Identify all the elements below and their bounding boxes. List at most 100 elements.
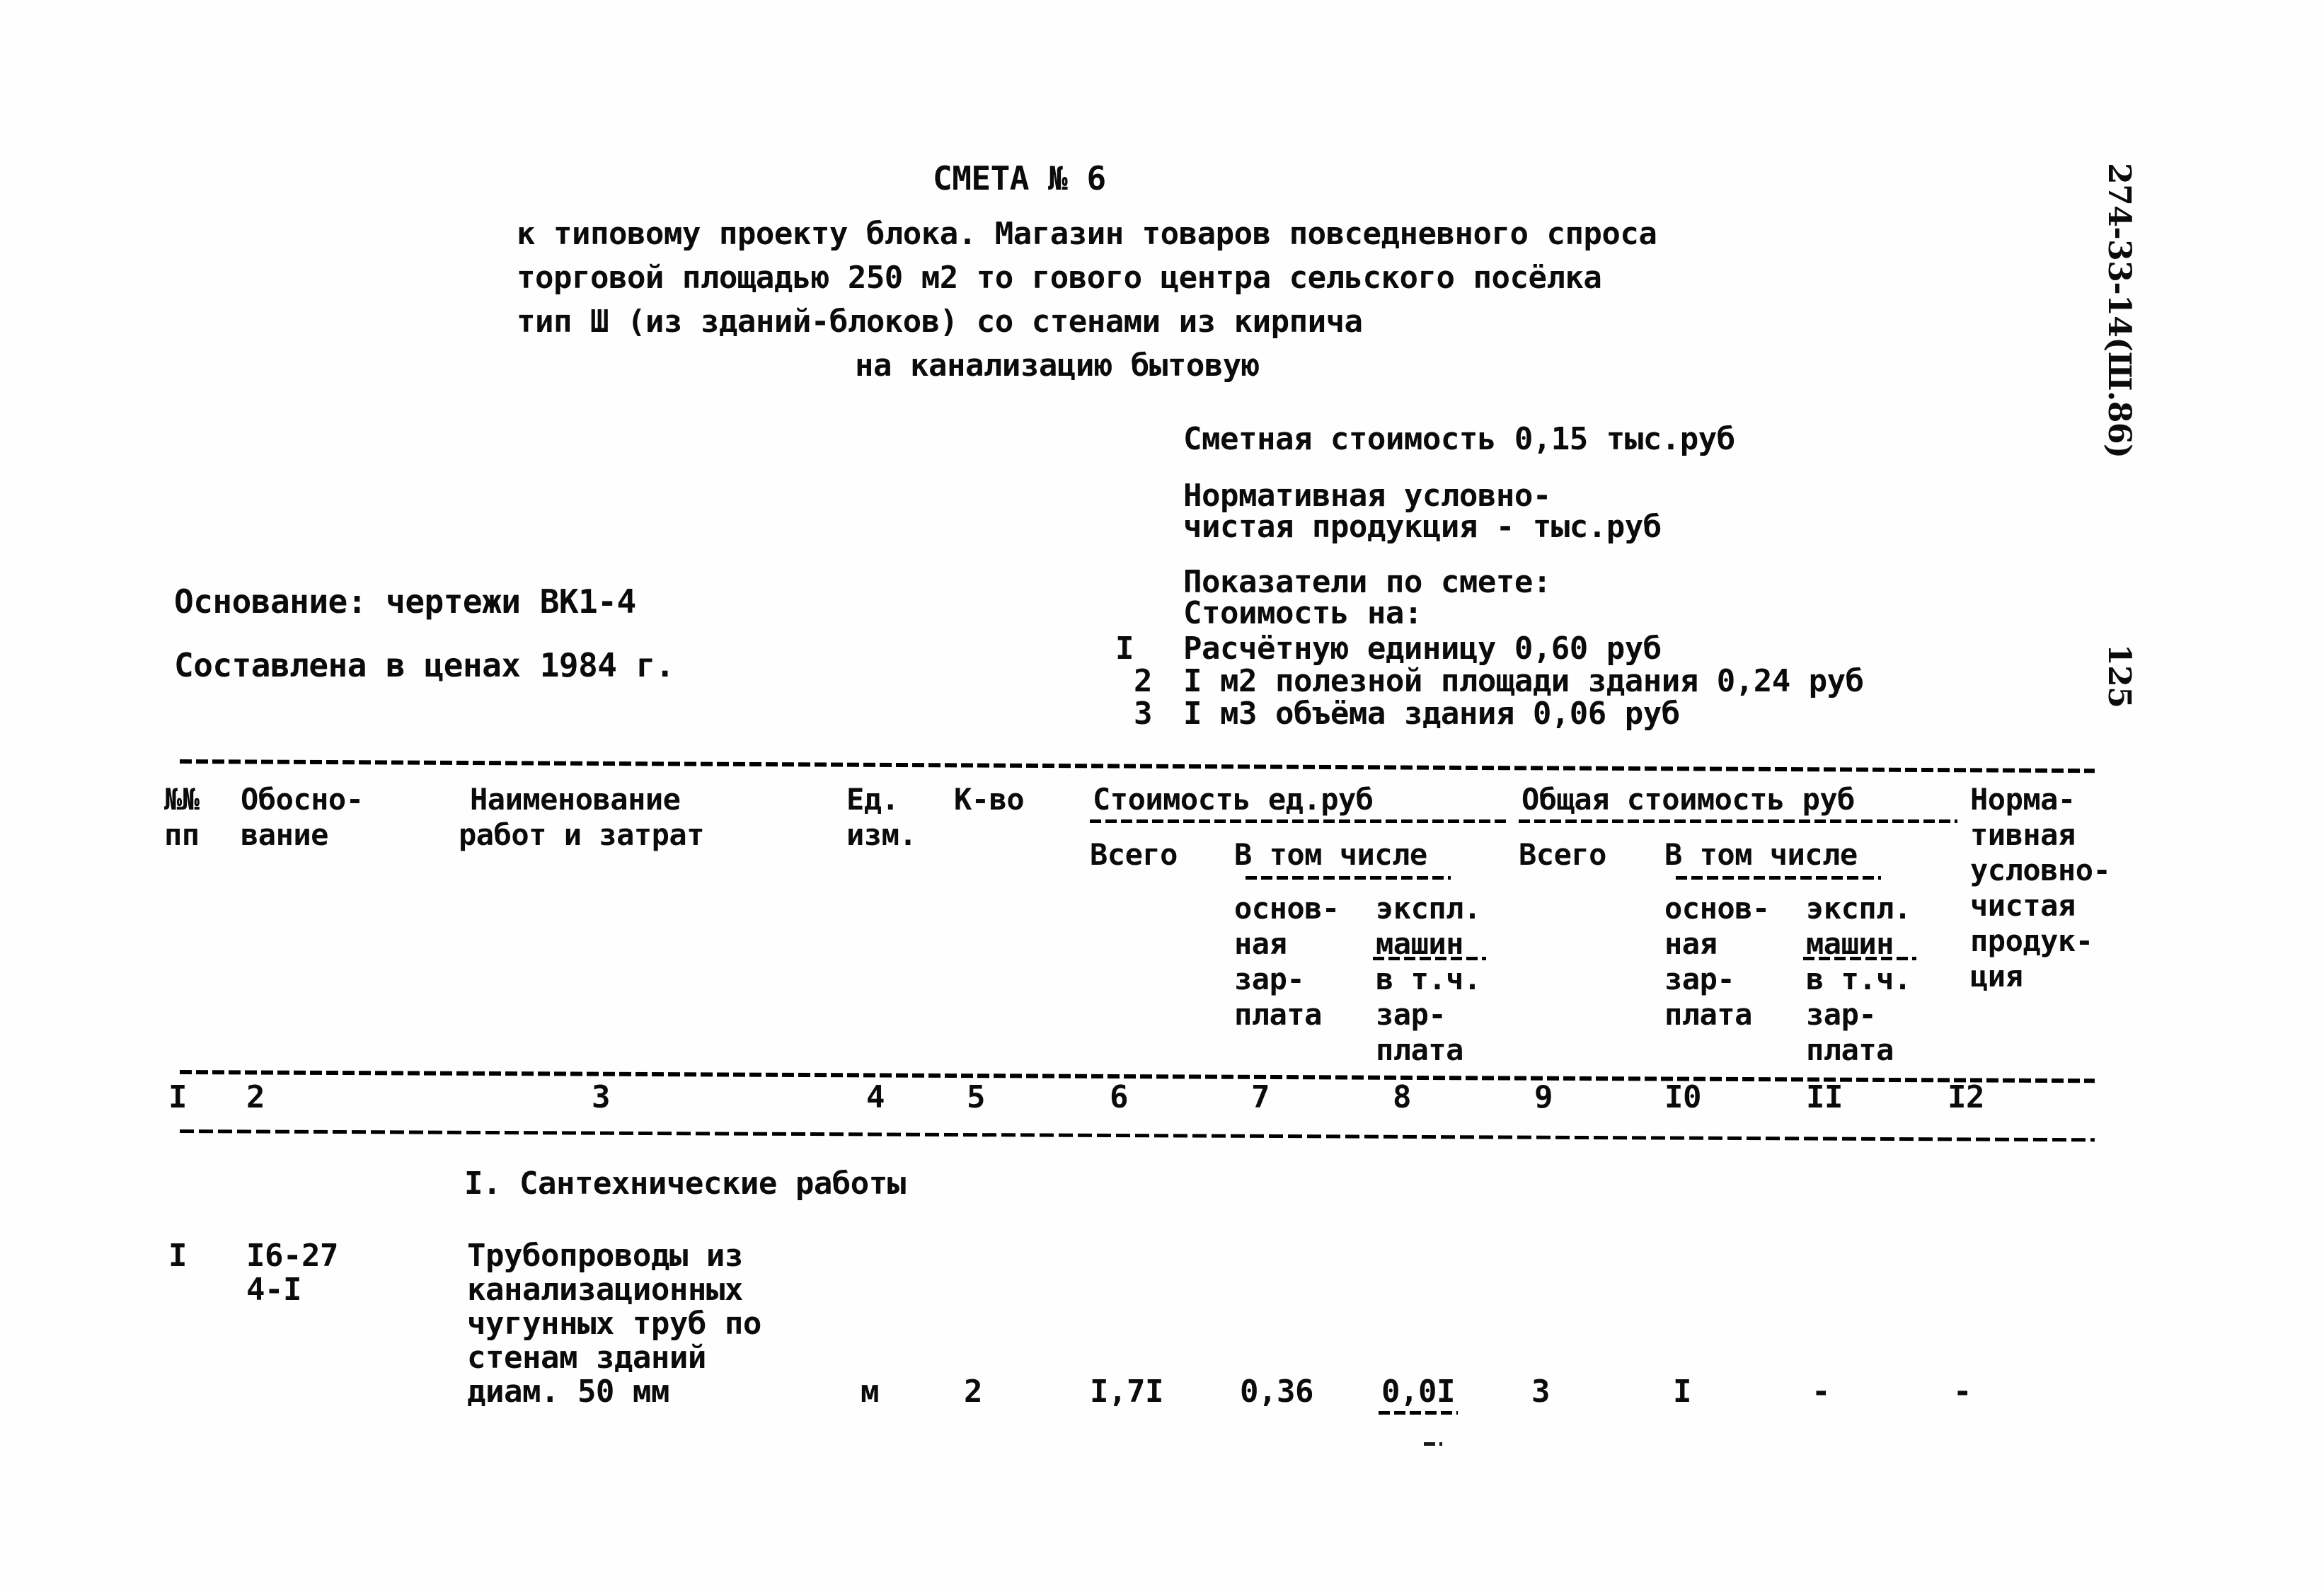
header-total-main-l3: зар- [1664, 962, 1735, 996]
header-qty: К-во [954, 782, 1025, 817]
row-npp: - [1953, 1374, 1972, 1410]
header-unit-mach-l3: в т.ч. [1376, 962, 1481, 996]
column-number-7: 7 [1251, 1079, 1270, 1115]
header-group-unit-cost: Стоимость ед.руб [1093, 782, 1374, 817]
header-name-line2: работ и затрат [459, 817, 705, 852]
header-unit-main-l1: основ- [1234, 891, 1340, 926]
subtitle-line-4: на канализацию бытовую [855, 347, 1260, 384]
column-number-6: 6 [1110, 1079, 1129, 1115]
row-name-line1: Трубопроводы из [467, 1238, 743, 1274]
indicator-text-3: I м3 объёма здания 0,06 руб [1183, 696, 1680, 732]
document-page: СМЕТА № 6 к типовому проекту блока. Мага… [0, 0, 2324, 1588]
header-total-including-underline [1676, 876, 1881, 880]
row-unit-total: I,7I [1090, 1374, 1163, 1410]
header-total-mach-l2: машин [1806, 926, 1894, 961]
row-unit: м [861, 1374, 880, 1410]
section-title-sanitary: I. Сантехнические работы [464, 1166, 906, 1202]
side-project-code: 274-33-14(Ш.86) [2101, 163, 2137, 459]
indicator-no-1: I [1115, 631, 1134, 667]
header-total-including: В том числе [1664, 837, 1858, 872]
column-number-3: 3 [592, 1079, 611, 1115]
basis-drawings: Основание: чертежи ВК1-4 [174, 582, 636, 621]
indicator-text-2: I м2 полезной площади здания 0,24 руб [1183, 663, 1864, 699]
header-total-main-l1: основ- [1664, 891, 1770, 926]
indicator-no-2: 2 [1134, 663, 1153, 699]
row-basis-line1: I6-27 [246, 1238, 338, 1274]
scan-artifact-mark [1424, 1442, 1442, 1446]
header-name-line1: Наименование [470, 782, 681, 817]
row-name-line2: канализационных [467, 1272, 743, 1308]
header-total-main-l2: ная [1664, 926, 1718, 961]
column-number-5: 5 [967, 1079, 986, 1115]
side-page-number: 125 [2101, 644, 2137, 708]
column-number-2: 2 [246, 1079, 265, 1115]
header-unit-line2: изм. [846, 817, 917, 852]
row-unit-machines: 0,0I [1381, 1374, 1455, 1410]
header-unit-including: В том числе [1234, 837, 1427, 872]
row-total: 3 [1531, 1374, 1551, 1410]
header-group-total-cost: Общая стоимость руб [1521, 782, 1855, 817]
estimate-cost: Сметная стоимость 0,15 тыс.руб [1183, 421, 1735, 457]
column-number-1: I [168, 1079, 188, 1115]
row-unit-main-salary: 0,36 [1240, 1374, 1313, 1410]
row-name-line5: диам. 50 мм [467, 1374, 669, 1410]
subtitle-line-2: торговой площадью 250 м2 то гового центр… [517, 260, 1602, 296]
row-total-machines: - [1812, 1374, 1831, 1410]
header-basis-line1: Обосно- [241, 782, 364, 817]
npp-line-2: чистая продукция - тыс.руб [1183, 509, 1662, 545]
header-npp-line2: тивная [1970, 817, 2076, 852]
row-total-main-salary: I [1673, 1374, 1692, 1410]
header-npp-line1: Норма- [1970, 782, 2076, 817]
page-title: СМЕТА № 6 [933, 159, 1106, 197]
header-unit-mach-l4: зар- [1376, 997, 1446, 1032]
table-row: I [168, 1238, 188, 1274]
header-group-total-cost-underline [1519, 819, 1957, 823]
table-top-rule [179, 759, 2095, 773]
indicator-no-3: 3 [1134, 696, 1153, 732]
header-group-unit-cost-underline [1090, 819, 1507, 823]
basis-prices: Составлена в ценах 1984 г. [174, 646, 675, 684]
header-basis-line2: вание [241, 817, 328, 852]
header-unit-main-l3: зар- [1234, 962, 1305, 996]
header-total-mach-l4: зар- [1806, 997, 1877, 1032]
column-number-9: 9 [1534, 1079, 1553, 1115]
header-unit-main-l4: плата [1234, 997, 1322, 1032]
header-no-line1: №№ [164, 782, 200, 817]
column-number-4: 4 [866, 1079, 885, 1115]
header-unit-mach-l1: экспл. [1376, 891, 1481, 926]
header-total-mach-underline [1803, 957, 1916, 960]
column-number-10: I0 [1664, 1079, 1701, 1115]
indicators-title: Показатели по смете: [1183, 564, 1551, 600]
row-name-line4: стенам зданий [467, 1340, 706, 1376]
subtitle-line-1: к типовому проекту блока. Магазин товаро… [517, 216, 1657, 252]
header-unit-mach-l2: машин [1376, 926, 1463, 961]
header-unit-total: Всего [1090, 837, 1178, 872]
header-total-mach-l5: плата [1806, 1032, 1894, 1067]
column-number-8: 8 [1393, 1079, 1412, 1115]
header-npp-line5: продук- [1970, 924, 2093, 958]
cost-on-label: Стоимость на: [1183, 595, 1422, 631]
header-unit-mach-underline [1373, 957, 1486, 960]
indicator-text-1: Расчётную единицу 0,60 руб [1183, 631, 1662, 667]
header-total-mach-l3: в т.ч. [1806, 962, 1911, 996]
row-name-line3: чугунных труб по [467, 1306, 761, 1342]
header-unit-including-underline [1246, 876, 1451, 880]
header-total-mach-l1: экспл. [1806, 891, 1911, 926]
header-unit-main-l2: ная [1234, 926, 1287, 961]
row-unit-machines-underline [1379, 1411, 1458, 1415]
header-unit-line1: Ед. [846, 782, 899, 817]
npp-line-1: Нормативная условно- [1183, 478, 1551, 514]
header-npp-line4: чистая [1970, 888, 2076, 923]
header-total-main-l4: плата [1664, 997, 1752, 1032]
column-number-11: II [1806, 1079, 1843, 1115]
header-total-total: Всего [1519, 837, 1606, 872]
header-npp-line6: ция [1970, 959, 2023, 994]
row-basis-line2: 4-I [246, 1272, 301, 1308]
header-unit-mach-l5: плата [1376, 1032, 1463, 1067]
header-npp-line3: условно- [1970, 853, 2111, 887]
subtitle-line-3: тип Ш (из зданий-блоков) со стенами из к… [517, 304, 1363, 340]
header-no-line2: пп [164, 817, 200, 852]
row-qty: 2 [964, 1374, 983, 1410]
column-number-12: I2 [1948, 1079, 1984, 1115]
column-numbers-bottom-rule [179, 1129, 2095, 1142]
